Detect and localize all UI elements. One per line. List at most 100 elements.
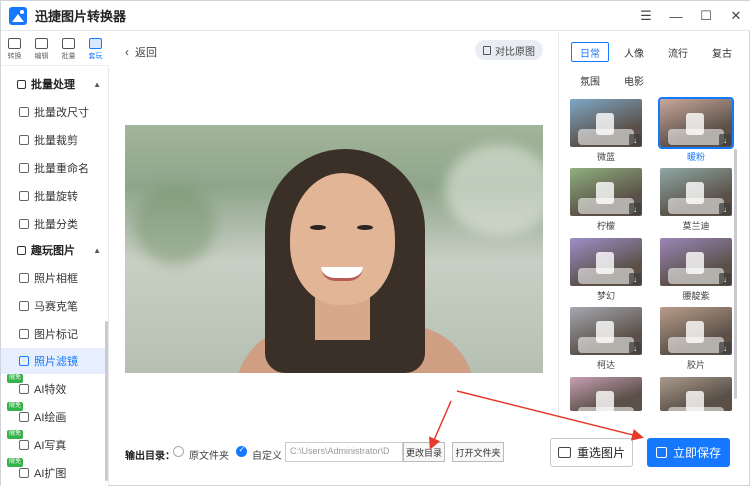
section-fun[interactable]: 趣玩图片 ▲ [1, 237, 109, 263]
free-badge: 限免 [7, 430, 24, 439]
sidebar-item-ai-portrait[interactable]: 限免 AI写真 [1, 430, 105, 458]
chevron-up-icon: ▲ [93, 245, 101, 255]
download-icon[interactable]: ↓ [719, 134, 731, 146]
free-badge: 限免 [7, 402, 24, 411]
filter-thumb[interactable]: ↓ 梦幻 [570, 238, 642, 302]
filter-preview-image: ↓ [570, 377, 642, 411]
filter-preview-image: ↓ [660, 377, 732, 411]
filter-preview-image: ↓ [570, 168, 642, 216]
sidebar-item-ai-expand[interactable]: 限免 AI扩图 [1, 458, 105, 486]
download-icon[interactable]: ↓ [719, 203, 731, 215]
save-now-button[interactable]: 立即保存 [647, 438, 730, 467]
download-icon[interactable]: ↓ [719, 273, 731, 285]
filter-thumb[interactable]: ↓ 暖粉 [658, 97, 734, 163]
tab-retro[interactable]: 复古 [703, 42, 741, 62]
tab-portrait[interactable]: 人像 [615, 42, 653, 62]
sidebar-item-rotate[interactable]: 批量旋转 [1, 183, 105, 209]
batch-icon [62, 37, 75, 49]
mosaic-icon [19, 301, 29, 311]
ai-paint-icon [19, 412, 29, 422]
sidebar-item-resize[interactable]: 批量改尺寸 [1, 99, 105, 125]
filter-name: 微蓝 [596, 152, 615, 162]
tab-popular[interactable]: 流行 [659, 42, 697, 62]
ai-effect-icon [19, 384, 29, 394]
maximize-button[interactable]: ☐ [691, 1, 721, 31]
app-logo-icon [9, 6, 27, 25]
download-icon[interactable]: ↓ [629, 342, 641, 354]
download-icon[interactable]: ↓ [719, 342, 731, 354]
filter-name: 暖粉 [686, 152, 705, 162]
download-icon[interactable]: ↓ [629, 273, 641, 285]
sidebar-item-rename[interactable]: 批量重命名 [1, 155, 105, 181]
filter-thumb[interactable]: ↓ 腰靛紫 [660, 238, 732, 302]
filter-thumb[interactable]: ↓ [570, 377, 642, 441]
rail-batch[interactable]: 批量 [55, 32, 82, 66]
sidebar-item-crop[interactable]: 批量裁剪 [1, 127, 105, 153]
filter-thumb[interactable]: ↓ 莫兰迪 [660, 168, 732, 232]
filter-thumb[interactable]: ↓ [660, 377, 732, 441]
sidebar: 批量处理 ▲ 批量改尺寸 批量裁剪 批量重命名 批量旋转 批量分类 趣玩图片 ▲ 照… [1, 67, 109, 487]
open-folder-button[interactable]: 打开文件夹 [452, 442, 504, 462]
free-badge: 限免 [7, 374, 24, 383]
tab-daily[interactable]: 日常 [571, 42, 609, 62]
convert-icon [8, 37, 21, 49]
sidebar-item-filter[interactable]: 照片滤镜 [1, 348, 105, 374]
filter-thumb[interactable]: ↓ 微蓝 [570, 99, 642, 163]
rail-convert[interactable]: 转换 [1, 32, 28, 66]
fun-section-icon [17, 245, 26, 255]
sidebar-item-classify[interactable]: 批量分类 [1, 211, 105, 237]
reselect-image-button[interactable]: 重选图片 [550, 438, 633, 467]
mark-icon [19, 329, 29, 339]
filter-name: 柯达 [596, 360, 615, 370]
original-folder-label: 原文件夹 [189, 451, 229, 462]
fun-icon [89, 37, 102, 49]
frame-icon [19, 273, 29, 283]
rail-edit[interactable]: 编辑 [28, 32, 55, 66]
filter-preview-image: ↓ [658, 97, 734, 149]
classify-icon [19, 219, 29, 229]
filter-name: 莫兰迪 [682, 221, 710, 231]
menu-icon[interactable]: ☰ [631, 1, 661, 31]
resize-icon [19, 107, 29, 117]
filter-preview-image: ↓ [570, 238, 642, 286]
filter-name: 腰靛紫 [682, 291, 710, 301]
tab-movie[interactable]: 电影 [615, 70, 653, 90]
rail-fun[interactable]: 套玩 [82, 32, 109, 66]
download-icon[interactable]: ↓ [629, 134, 641, 146]
section-batch[interactable]: 批量处理 ▲ [1, 71, 109, 97]
change-dir-button[interactable]: 更改目录 [403, 442, 445, 462]
filter-preview-image: ↓ [660, 307, 732, 355]
image-icon [557, 447, 571, 458]
title-bar: 迅捷图片转换器 ☰ — ☐ ✕ [1, 1, 750, 31]
sidebar-item-ai-paint[interactable]: 限免 AI绘画 [1, 402, 105, 430]
app-window: 迅捷图片转换器 ☰ — ☐ ✕ 转换 编辑 批量 套玩 批量处理 ▲ 批量改尺寸 … [0, 0, 750, 487]
output-path-field[interactable]: C:\Users\Administrator\D [285, 442, 403, 462]
tab-atmosphere[interactable]: 氛围 [571, 70, 609, 90]
filter-thumb[interactable]: ↓ 柯达 [570, 307, 642, 371]
save-icon [655, 447, 667, 458]
sidebar-item-frame[interactable]: 照片相框 [1, 265, 105, 291]
radio-custom-folder[interactable] [236, 445, 247, 457]
radio-original-folder[interactable] [173, 446, 184, 457]
sidebar-item-ai-effect[interactable]: 限免 AI特效 [1, 374, 105, 402]
minimize-button[interactable]: — [661, 1, 691, 31]
compare-original-button[interactable]: 对比原图 [475, 40, 543, 60]
sidebar-scrollbar[interactable] [105, 321, 108, 481]
sidebar-item-mark[interactable]: 图片标记 [1, 321, 105, 347]
filter-thumb[interactable]: ↓ 胶片 [660, 307, 732, 371]
arrow-to-change-dir [429, 400, 452, 450]
chevron-up-icon: ▲ [93, 79, 101, 89]
filter-thumb[interactable]: ↓ 柠檬 [570, 168, 642, 232]
filter-scrollbar[interactable] [734, 149, 737, 399]
filter-preview-image: ↓ [660, 168, 732, 216]
back-button[interactable]: ‹ 返回 [125, 44, 157, 60]
compare-icon [483, 45, 491, 55]
download-icon[interactable]: ↓ [629, 203, 641, 215]
filter-preview-image: ↓ [660, 238, 732, 286]
filter-name: 柠檬 [596, 221, 615, 231]
rotate-icon [19, 191, 29, 201]
output-dir-label: 输出目录： [125, 451, 175, 462]
ai-expand-icon [19, 468, 29, 478]
sidebar-item-mosaic[interactable]: 马赛克笔 [1, 293, 105, 319]
close-button[interactable]: ✕ [721, 1, 750, 31]
